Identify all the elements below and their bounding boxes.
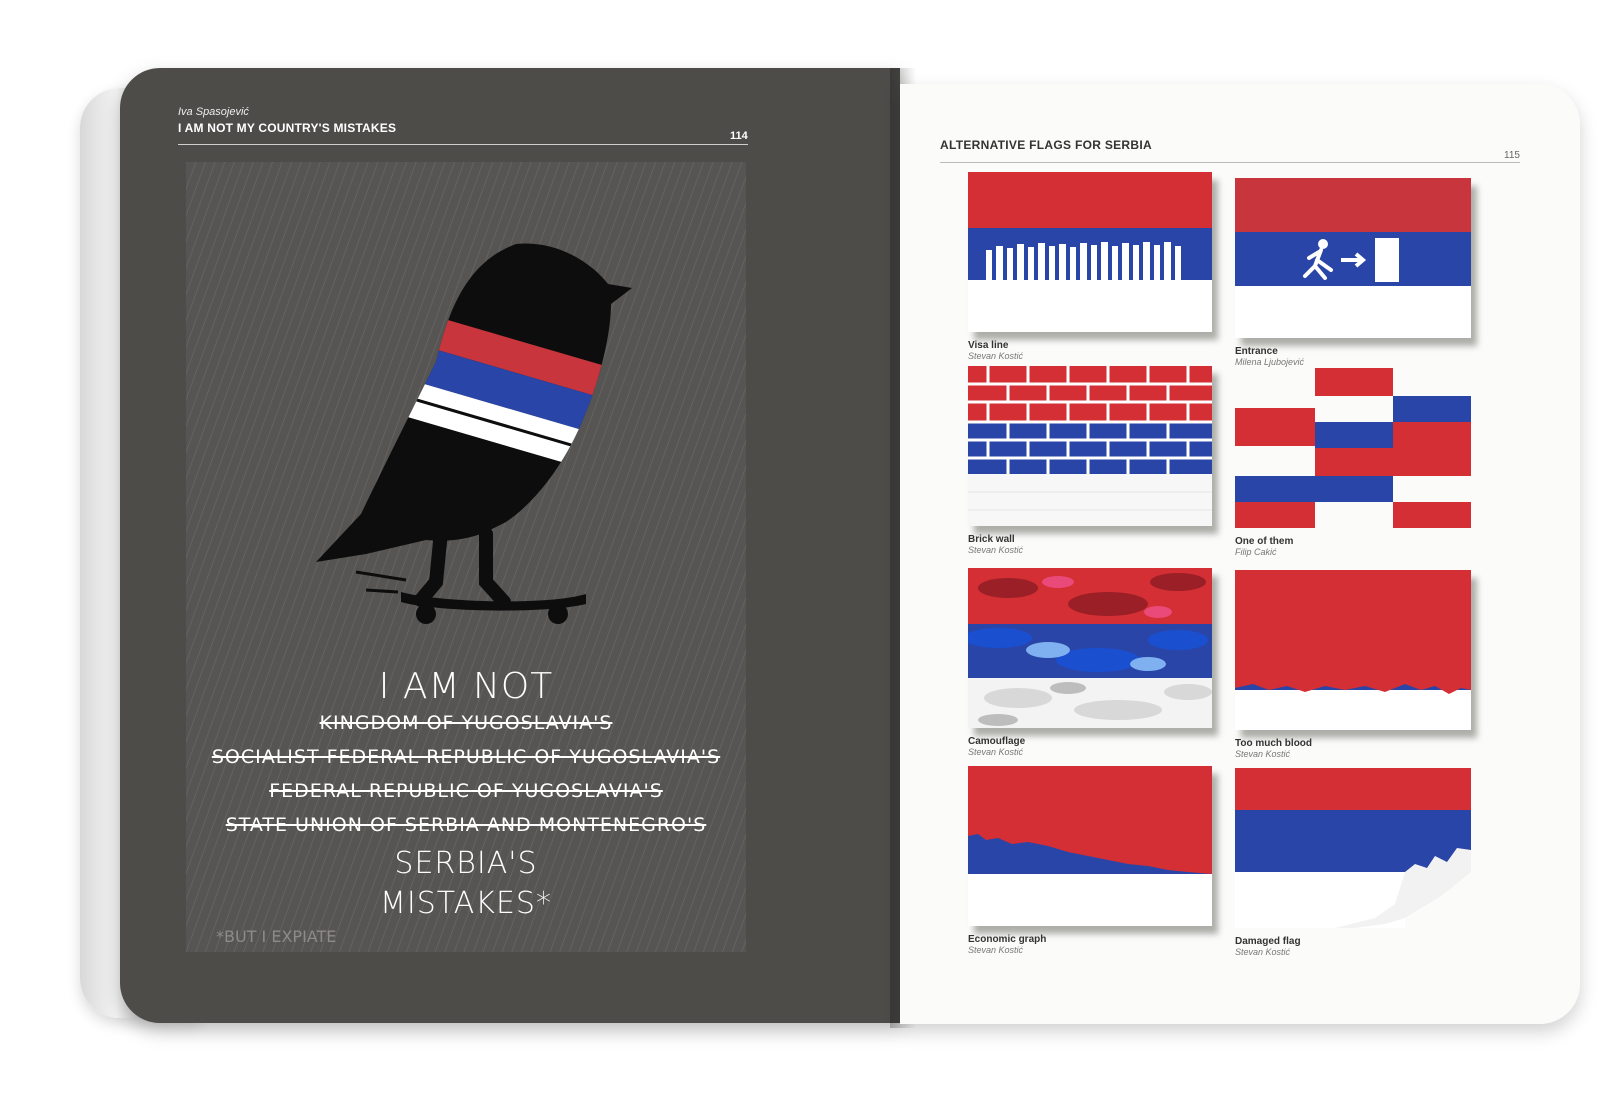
flag-author: Filip Cakić [1235,547,1277,557]
poster-struck-line: KINGDOM OF YUGOSLAVIA'S [319,712,613,734]
flag-name: One of them [1235,536,1294,547]
article-title: I AM NOT MY COUNTRY'S MISTAKES [178,121,397,135]
flag-entrance [1235,178,1471,338]
poster-line-i-am-not: I AM NOT [378,666,554,707]
poster-struck-line: STATE UNION OF SERBIA AND MONTENEGRO'S [225,814,707,836]
flag-brick-wall [968,366,1212,526]
right-header-rule [940,162,1520,163]
poster-line-mistakes: MISTAKES* [380,886,552,921]
flag-author: Stevan Kostić [968,545,1024,555]
flag-one-of-them [1235,368,1471,528]
right-page-title: ALTERNATIVE FLAGS FOR SERBIA [940,138,1152,152]
right-page: ALTERNATIVE FLAGS FOR SERBIA 115 Visa li… [900,84,1580,1024]
flag-name: Too much blood [1235,738,1313,749]
flag-damaged [1235,768,1471,928]
poster-footnote: *BUT I EXPIATE [216,927,337,946]
page-number-left: 114 [730,130,748,142]
flag-economic-graph [968,766,1212,926]
poster-line-serbia: SERBIA'S [394,846,538,881]
flag-author: Stevan Kostić [1235,947,1291,957]
flag-too-much-blood [1235,570,1471,730]
flag-author: Stevan Kostić [968,945,1024,955]
poster-struck-line: SOCIALIST FEDERAL REPUBLIC OF YUGOSLAVIA… [211,746,721,768]
poster-struck-line: FEDERAL REPUBLIC OF YUGOSLAVIA'S [269,780,663,802]
flag-author: Stevan Kostić [968,351,1024,361]
flag-name: Visa line [968,340,1009,351]
left-page: Iva Spasojević I AM NOT MY COUNTRY'S MIS… [120,68,900,1023]
flag-name: Damaged flag [1235,936,1301,947]
flag-visa-line [968,172,1212,332]
flag-camouflage [968,568,1212,728]
author-name: Iva Spasojević [178,106,249,118]
flag-name: Brick wall [968,534,1015,545]
open-book: Iva Spasojević I AM NOT MY COUNTRY'S MIS… [80,68,1580,1058]
flag-name: Economic graph [968,934,1047,945]
flag-author: Stevan Kostić [1235,749,1291,759]
flag-name: Camouflage [968,736,1026,747]
header-rule [178,144,748,145]
page-number-right: 115 [1504,150,1520,161]
flag-author: Milena Ljubojević [1235,357,1305,367]
flag-name: Entrance [1235,346,1278,357]
flag-author: Stevan Kostić [968,747,1024,757]
poster-artwork: I AM NOT KINGDOM OF YUGOSLAVIA'S SOCIALI… [186,162,746,952]
